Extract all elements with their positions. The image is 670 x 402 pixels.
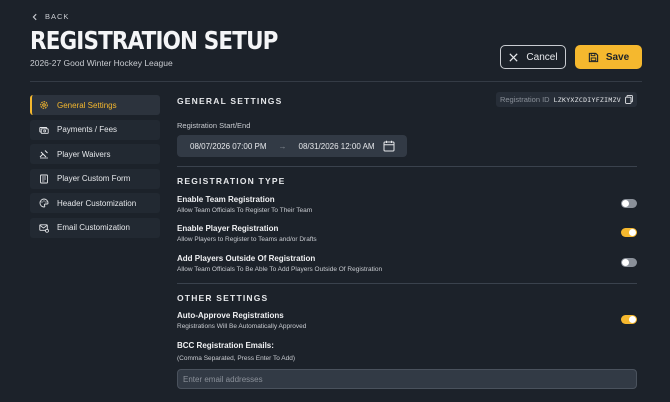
money-icon: [39, 126, 49, 134]
setting-row-team-registration: Enable Team Registration Allow Team Offi…: [177, 195, 637, 214]
sidebar-item-label: General Settings: [57, 100, 117, 110]
cancel-button[interactable]: Cancel: [500, 45, 566, 69]
chevron-left-icon: [32, 13, 37, 20]
sidebar-item-general-settings[interactable]: General Settings: [30, 95, 160, 115]
section-divider: [177, 283, 637, 284]
sidebar-item-label: Email Customization: [57, 223, 130, 233]
bcc-email-input[interactable]: [177, 369, 637, 389]
copy-icon[interactable]: [625, 95, 633, 104]
general-settings-title: GENERAL SETTINGS: [177, 96, 283, 106]
registration-id-value: LZKYXZCDIYFZIMZV: [553, 95, 621, 104]
sidebar-item-label: Payments / Fees: [57, 125, 118, 135]
registration-type-title: REGISTRATION TYPE: [177, 176, 286, 186]
setting-description: Allow Players to Register to Teams and/o…: [177, 236, 317, 243]
cancel-label: Cancel: [526, 51, 558, 63]
setting-row-add-players-outside: Add Players Outside Of Registration Allo…: [177, 254, 637, 273]
player-registration-toggle[interactable]: [621, 228, 637, 237]
sidebar-item-header-customization[interactable]: Header Customization: [30, 193, 160, 214]
setting-title: Enable Player Registration: [177, 224, 279, 233]
calendar-icon[interactable]: [383, 140, 395, 152]
back-link[interactable]: BACK: [31, 12, 69, 21]
save-label: Save: [605, 51, 630, 63]
setting-description: Allow Team Officials To Be Able To Add P…: [177, 266, 383, 273]
setting-row-auto-approve: Auto-Approve Registrations Registrations…: [177, 311, 637, 330]
setting-description: Allow Team Officials To Register To Thei…: [177, 207, 313, 214]
sidebar-item-label: Player Custom Form: [57, 174, 131, 184]
setting-description: (Comma Separated, Press Enter To Add): [177, 355, 296, 362]
other-settings-title: OTHER SETTINGS: [177, 293, 269, 303]
form-icon: [40, 174, 48, 184]
league-name: 2026-27 Good Winter Hockey League: [30, 58, 173, 68]
section-divider: [177, 166, 637, 167]
registration-date-range-picker[interactable]: 08/07/2026 07:00 PM → 08/31/2026 12:00 A…: [177, 135, 407, 157]
auto-approve-toggle[interactable]: [621, 315, 637, 324]
signature-icon: [39, 150, 48, 159]
sidebar-item-email-customization[interactable]: Email Customization: [30, 217, 160, 238]
palette-icon: [39, 198, 49, 208]
add-players-outside-toggle[interactable]: [621, 258, 637, 267]
save-button[interactable]: Save: [575, 45, 642, 69]
team-registration-toggle[interactable]: [621, 199, 637, 208]
arrow-right-icon: →: [278, 141, 287, 151]
setting-title: Auto-Approve Registrations: [177, 311, 284, 320]
setting-row-bcc-emails: BCC Registration Emails: (Comma Separate…: [177, 341, 637, 362]
setting-row-player-registration: Enable Player Registration Allow Players…: [177, 224, 637, 243]
setting-title: Enable Team Registration: [177, 195, 275, 204]
page-title: REGISTRATION SETUP: [30, 26, 278, 55]
email-gear-icon: [39, 224, 49, 233]
sidebar-item-player-custom-form[interactable]: Player Custom Form: [30, 168, 160, 189]
close-icon: [509, 52, 519, 62]
settings-sidebar: General Settings Payments / Fees Player …: [30, 95, 160, 243]
floppy-disk-icon: [588, 52, 598, 62]
sidebar-item-player-waivers[interactable]: Player Waivers: [30, 144, 160, 165]
gear-icon: [40, 101, 48, 109]
registration-id-box: Registration ID LZKYXZCDIYFZIMZV: [495, 92, 637, 107]
registration-dates-label: Registration Start/End: [177, 121, 251, 130]
setting-title: BCC Registration Emails:: [177, 341, 274, 350]
setting-title: Add Players Outside Of Registration: [177, 254, 316, 263]
registration-id-label: Registration ID: [499, 95, 550, 104]
end-date: 08/31/2026 12:00 AM: [298, 141, 375, 151]
sidebar-item-payments-fees[interactable]: Payments / Fees: [30, 119, 160, 140]
sidebar-item-label: Player Waivers: [57, 149, 111, 159]
header-divider: [30, 81, 642, 82]
start-date: 08/07/2026 07:00 PM: [190, 141, 267, 151]
setting-description: Registrations Will Be Automatically Appr…: [177, 323, 307, 330]
back-label: BACK: [45, 12, 70, 21]
sidebar-item-label: Header Customization: [57, 198, 137, 208]
